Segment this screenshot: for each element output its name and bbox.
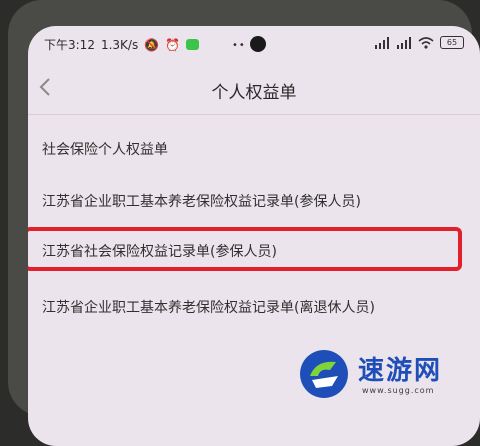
watermark-text: 速游网 (358, 356, 443, 386)
battery-icon: 65 (440, 36, 464, 49)
signal-icon-2 (397, 36, 411, 49)
list-item-pension-retired[interactable]: 江苏省企业职工基本养老保险权益记录单(离退休人员) (42, 297, 375, 317)
front-camera (250, 36, 266, 52)
list-item-social-insurance-insured[interactable]: 江苏省社会保险权益记录单(参保人员) (42, 241, 277, 261)
more-notifications-icon: •• (232, 40, 246, 51)
mute-icon: 🔕 (144, 37, 160, 52)
wifi-icon (418, 36, 434, 49)
page-title: 个人权益单 (211, 83, 297, 103)
watermark: 速游网 www.sugg.com (296, 344, 472, 404)
list-item-pension-insured[interactable]: 江苏省企业职工基本养老保险权益记录单(参保人员) (42, 191, 361, 211)
nav-bar: 个人权益单 (28, 66, 480, 112)
watermark-url: www.sugg.com (362, 386, 435, 395)
wechat-icon (186, 39, 200, 50)
alarm-icon: ⏰ (165, 37, 181, 52)
list-item-personal-rights[interactable]: 社会保险个人权益单 (42, 139, 168, 159)
status-bar: 下午3:12 1.3K/s 🔕 ⏰ •• 65 (28, 26, 480, 62)
status-time: 下午3:12 (44, 38, 95, 52)
watermark-logo (300, 350, 348, 398)
divider (28, 114, 480, 115)
status-network-speed: 1.3K/s (100, 37, 139, 52)
signal-icon (375, 36, 389, 49)
